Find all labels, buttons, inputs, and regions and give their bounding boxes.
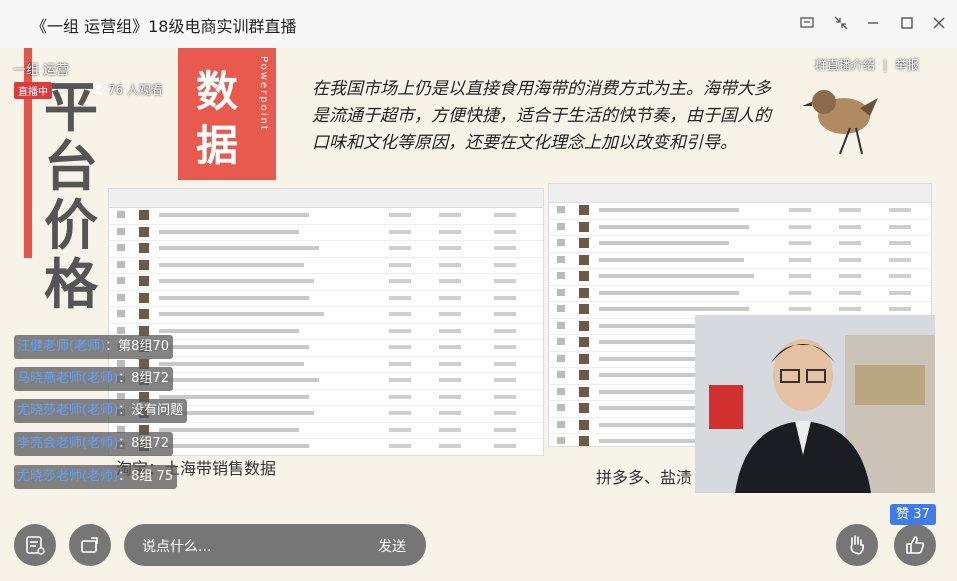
comment-author: 李亮会老师(老师) — [17, 436, 119, 451]
slide-block-char-1: 数 — [196, 67, 239, 116]
table-row — [109, 423, 543, 439]
comment-author: 尤晓莎老师(老师) — [17, 403, 119, 418]
minimize-icon[interactable] — [862, 12, 884, 34]
chat-comment: 尤晓莎老师(老师)：8组 75 — [14, 465, 178, 489]
table-row — [549, 253, 931, 269]
comment-text: ：没有问题 — [118, 403, 184, 418]
share-icon — [81, 537, 98, 553]
table-row — [109, 439, 543, 455]
table-row — [549, 286, 931, 302]
top-links: 群直播介绍 | 举报 — [815, 56, 919, 73]
share-screen-button[interactable] — [69, 524, 111, 566]
table-row — [549, 269, 931, 286]
comment-author: 尤晓莎老师(老师) — [17, 469, 119, 484]
viewer-count-label: 76 人观看 — [107, 83, 163, 97]
chat-input-box[interactable]: 说点什么... 发送 — [124, 524, 426, 566]
table-row — [549, 236, 931, 253]
comment-text: ：第8组70 — [105, 339, 169, 354]
channel-name: 一组 运营 — [13, 63, 70, 78]
chat-input-placeholder[interactable]: 说点什么... — [142, 536, 211, 556]
raise-hand-icon — [850, 535, 864, 555]
table-row — [109, 208, 543, 225]
chat-comment: 汪健老师(老师)：第8组70 — [14, 335, 173, 359]
window-title: 《一组 运营组》18级电商实训群直播 — [31, 17, 297, 36]
table-row — [109, 373, 543, 390]
presenter-camera-video[interactable] — [695, 315, 935, 493]
report-link[interactable]: 举报 — [895, 58, 919, 72]
group-live-intro-link[interactable]: 群直播介绍 — [815, 58, 875, 72]
raise-hand-button[interactable] — [836, 524, 878, 566]
live-status-badge: 直播中 — [14, 82, 52, 99]
chat-comment: 尤晓莎老师(老师)：没有问题 — [14, 399, 188, 423]
slide-title-block: 数 据 Powerpoint — [178, 48, 276, 180]
chat-comment: 马晓燕老师(老师)：8组72 — [14, 367, 173, 391]
table-row — [109, 241, 543, 258]
comment-text: ：8组72 — [118, 371, 169, 386]
chat-comment: 李亮会老师(老师)：8组72 — [14, 432, 173, 456]
comment-text: ：8组72 — [118, 436, 169, 451]
window-titlebar: 《一组 运营组》18级电商实训群直播 — [0, 0, 957, 49]
thumbs-up-icon — [906, 536, 925, 554]
table-row — [109, 307, 543, 324]
maximize-icon[interactable] — [896, 12, 918, 34]
table-row — [109, 340, 543, 357]
notice-icon — [26, 536, 45, 555]
slide-block-char-2: 据 — [196, 121, 239, 170]
shrink-icon[interactable] — [830, 12, 852, 34]
link-separator: | — [882, 58, 887, 72]
comment-text: ：8组 75 — [118, 469, 174, 484]
slide-block-subtitle: Powerpoint — [258, 56, 269, 132]
like-button[interactable] — [894, 524, 936, 566]
viewer-count: 76 人观看 — [92, 81, 163, 98]
table-header — [109, 189, 543, 208]
feedback-icon[interactable] — [796, 12, 818, 34]
table-row — [109, 225, 543, 241]
table-header — [549, 184, 931, 203]
slide-vertical-title: 平台价格 — [44, 75, 98, 316]
bird-illustration — [800, 68, 880, 158]
close-icon[interactable] — [928, 12, 950, 34]
comment-author: 汪健老师(老师) — [17, 339, 106, 354]
likes-badge: 赞 37 — [890, 504, 936, 525]
viewer-icon — [93, 84, 103, 94]
notice-board-button[interactable] — [14, 524, 56, 566]
caption-pinduoduo: 拼多多、盐渍 — [596, 468, 693, 487]
table-row — [109, 258, 543, 274]
table-row — [109, 274, 543, 291]
slide-paragraph: 在我国市场上仍是以直接食用海带的消费方式为主。海带大多是流通于超市，方便快捷，适… — [312, 79, 771, 153]
table-row — [109, 324, 543, 340]
table-row — [109, 357, 543, 373]
send-button[interactable]: 发送 — [378, 536, 406, 556]
live-stage: 平台价格 数 据 Powerpoint 在我国市场上仍是以直接食用海带的消费方式… — [0, 48, 957, 581]
comment-author: 马晓燕老师(老师) — [17, 371, 119, 386]
table-row — [109, 291, 543, 307]
slide-accent-bar — [24, 48, 32, 258]
table-row — [549, 220, 931, 236]
table-row — [549, 203, 931, 220]
